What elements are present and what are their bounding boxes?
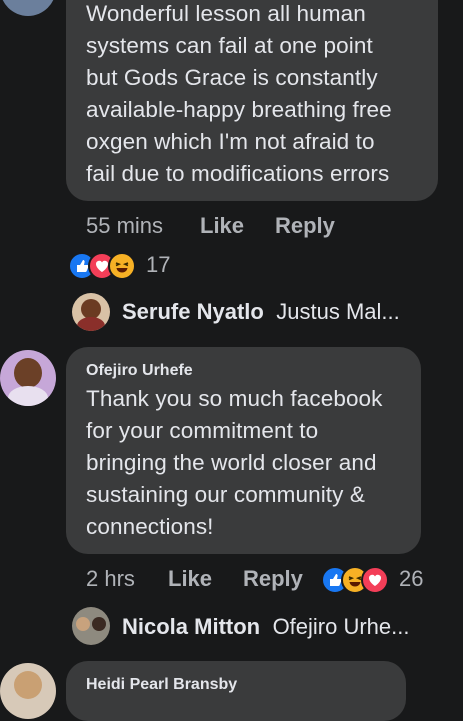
reply-avatar[interactable]: [72, 293, 110, 331]
comment-bubble: Ofejiro Urhefe Thank you so much faceboo…: [66, 347, 421, 554]
comment-author[interactable]: Ofejiro Urhefe: [86, 362, 193, 380]
haha-icon: [108, 252, 136, 280]
reaction-count: 26: [399, 566, 424, 591]
reaction-summary[interactable]: 17: [68, 252, 208, 280]
like-button[interactable]: Like: [200, 213, 244, 239]
reaction-count: 17: [146, 252, 171, 277]
comment-bubble: Heidi Pearl Bransby: [66, 661, 406, 721]
avatar[interactable]: [0, 350, 56, 406]
reply-avatar[interactable]: [72, 607, 110, 645]
reply-snippet: Ofejiro Urhe...: [272, 614, 410, 639]
reply-preview[interactable]: Nicola Mitton Ofejiro Urhe...: [122, 614, 452, 640]
reply-preview[interactable]: Serufe Nyatlo Justus Mal...: [122, 299, 452, 325]
comment-time: 2 hrs: [86, 566, 135, 591]
reply-button[interactable]: Reply: [243, 566, 303, 592]
like-button[interactable]: Like: [168, 566, 212, 592]
comment-time: 55 mins: [86, 213, 164, 238]
comment-text: Thank you so much facebook for your comm…: [86, 386, 383, 539]
reply-button[interactable]: Reply: [275, 213, 335, 239]
avatar[interactable]: [0, 0, 56, 16]
comment-bubble: Wonderful lesson all human systems can f…: [66, 0, 438, 201]
reply-author: Serufe Nyatlo: [122, 299, 264, 324]
love-icon: [361, 566, 389, 594]
comment-author[interactable]: Heidi Pearl Bransby: [86, 676, 237, 694]
reaction-summary[interactable]: 26: [321, 566, 461, 594]
reply-snippet: Justus Mal...: [276, 299, 400, 324]
avatar[interactable]: [0, 663, 56, 719]
comment-text: Wonderful lesson all human systems can f…: [86, 1, 392, 186]
reply-author: Nicola Mitton: [122, 614, 261, 639]
